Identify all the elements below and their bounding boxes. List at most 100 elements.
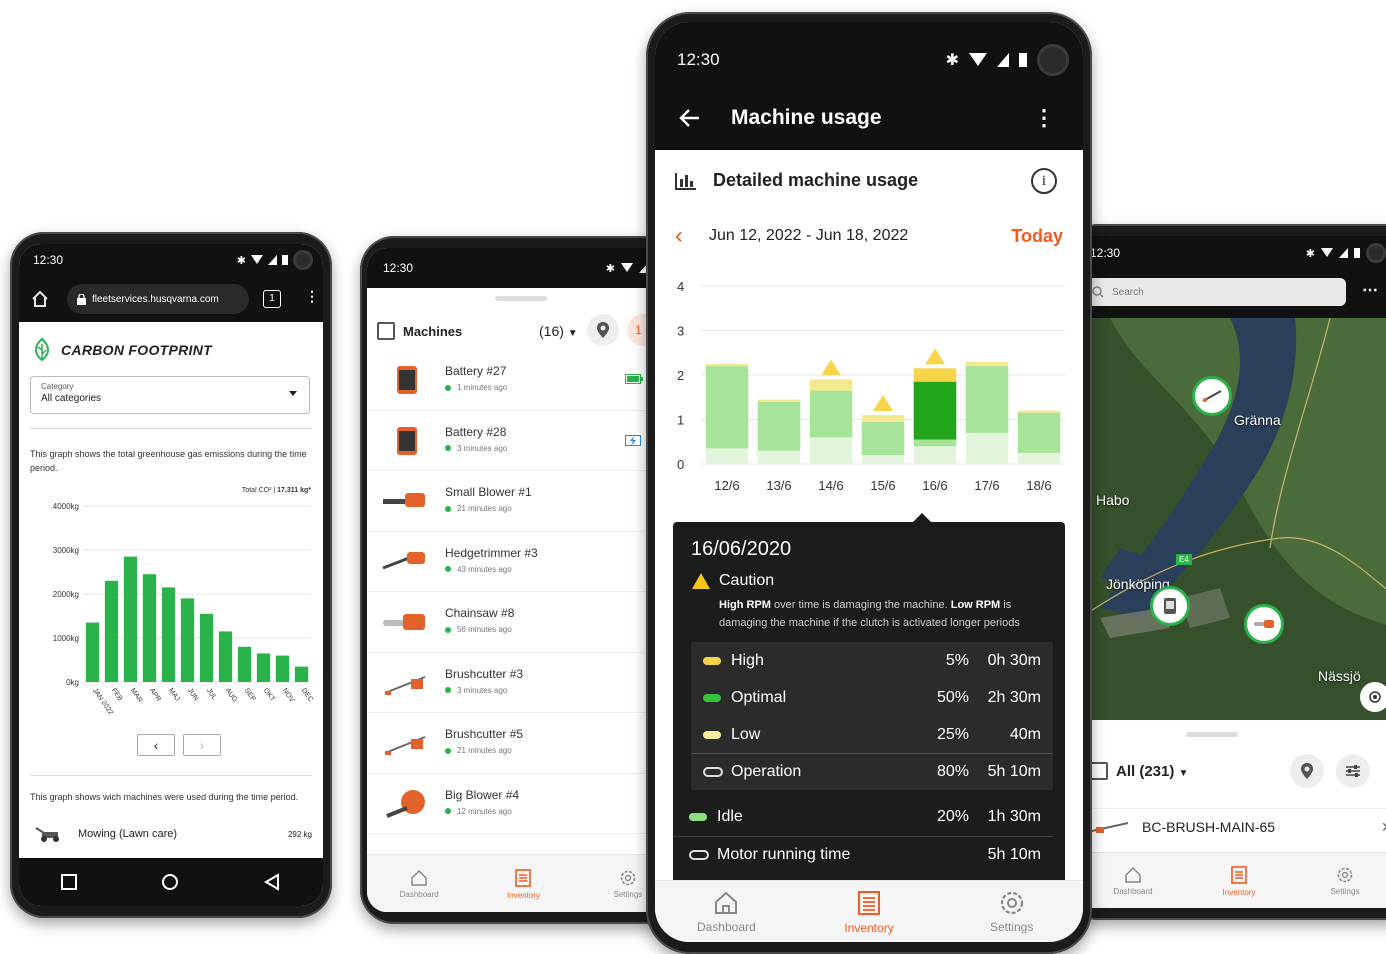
chart-description: This graph shows the total greenhouse ga… xyxy=(30,449,307,473)
lock-icon xyxy=(77,293,86,305)
online-status-dot xyxy=(445,384,451,391)
back-arrow-icon[interactable] xyxy=(679,108,701,128)
tab-count-button[interactable]: 1 xyxy=(263,290,281,308)
nav-settings[interactable]: Settings xyxy=(940,881,1083,942)
online-status-dot xyxy=(445,566,451,572)
list-item[interactable]: BC-BRUSH-MAIN-65 › xyxy=(1090,808,1386,844)
back-icon[interactable] xyxy=(263,873,281,891)
more-menu-icon[interactable]: ⋮ xyxy=(1033,105,1055,131)
y-tick-label: 2000kg xyxy=(53,590,79,599)
warning-triangle-icon xyxy=(692,573,710,589)
machine-time: 43 minutes ago xyxy=(445,565,512,574)
satellite-map xyxy=(1080,318,1386,720)
bluetooth-icon: ✱ xyxy=(236,254,246,267)
backpack-blower-icon xyxy=(386,789,425,818)
usage-row-low: Low 25% 40m xyxy=(691,716,1053,753)
info-icon[interactable]: i xyxy=(1031,168,1057,194)
bar-segment xyxy=(861,421,905,456)
my-location-button[interactable] xyxy=(1360,682,1386,712)
list-item[interactable]: Chainsaw #8 56 minutes ago xyxy=(367,592,680,653)
select-all-checkbox[interactable] xyxy=(377,322,395,340)
more-menu-icon[interactable]: ⋯ xyxy=(1362,280,1378,300)
machine-name: Battery #28 xyxy=(445,424,507,439)
home-circle-icon[interactable] xyxy=(161,873,179,891)
sheet-handle[interactable] xyxy=(1186,732,1238,737)
select-all-checkbox[interactable] xyxy=(1090,762,1108,780)
nav-dashboard[interactable]: Dashboard xyxy=(367,855,471,912)
brushcutter-icon xyxy=(384,675,426,695)
nav-inventory[interactable]: Inventory xyxy=(798,881,941,942)
browser-bar: fleetservices.husqvarna.com 1 ⋮ xyxy=(19,276,323,322)
filter-label: All (231) xyxy=(1116,762,1175,780)
phone-machines: 12:30 ✱ Machines (16) ▼ 1 Battery #27 1 … xyxy=(360,236,680,924)
dashboard-home-icon xyxy=(411,869,427,886)
usage-row-high: High 5% 0h 30m xyxy=(691,642,1053,679)
nav-inventory[interactable]: Inventory xyxy=(471,855,575,912)
y-tick-label: 3000kg xyxy=(53,546,79,555)
screen: 12:30 ✱ Machines (16) ▼ 1 Battery #27 1 … xyxy=(367,248,680,912)
previous-period-button[interactable]: ‹ xyxy=(137,734,175,756)
sheet-handle[interactable] xyxy=(495,296,547,301)
machine-name: Mowing (Lawn care) xyxy=(78,828,178,840)
home-icon[interactable] xyxy=(31,290,49,308)
machine-emission: 292 kg xyxy=(287,829,312,839)
bar-segment xyxy=(913,381,957,440)
bottom-navigation: Dashboard Inventory Settings xyxy=(367,854,680,912)
app-bar: Machine usage ⋮ xyxy=(655,86,1083,150)
desc-bold: Low RPM xyxy=(950,599,1001,611)
map-marker-battery[interactable] xyxy=(1150,586,1190,626)
list-item[interactable]: Battery #27 1 minutes ago xyxy=(367,350,680,411)
previous-week-button[interactable]: ‹ xyxy=(675,222,683,250)
search-input[interactable]: Search xyxy=(1084,278,1346,306)
list-item[interactable]: Big Blower #4 12 minutes ago xyxy=(367,774,680,834)
section-header: Detailed machine usage xyxy=(675,170,918,191)
machine-time: 12 minutes ago xyxy=(445,807,512,816)
machine-usage-row[interactable]: Mowing (Lawn care) 292 kg xyxy=(34,826,312,842)
phone-carbon-footprint: 12:30 ✱ fleetservices.husqvarna.com 1 ⋮ … xyxy=(10,232,332,918)
filter-dropdown[interactable]: All (231) ▼ xyxy=(1116,763,1188,780)
nav-inventory[interactable]: Inventory xyxy=(1186,853,1292,908)
time-text: 3 minutes ago xyxy=(457,443,508,453)
bar-segment xyxy=(809,437,853,464)
list-item[interactable]: Battery #28 3 minutes ago xyxy=(367,411,680,471)
map-marker-trimmer[interactable] xyxy=(1192,376,1232,416)
today-button[interactable]: Today xyxy=(1011,226,1063,247)
list-item[interactable]: Brushcutter #5 21 minutes ago xyxy=(367,713,680,774)
nav-label: Dashboard xyxy=(399,889,439,899)
row-label: Motor running time xyxy=(717,846,851,863)
battery-icon xyxy=(397,366,417,394)
nav-dashboard[interactable]: Dashboard xyxy=(1080,853,1186,908)
inventory-icon xyxy=(1231,865,1247,884)
list-item[interactable]: Small Blower #1 21 minutes ago xyxy=(367,471,680,532)
next-period-button[interactable]: › xyxy=(183,734,221,756)
machine-usage-chart[interactable]: 4 3 2 1 0 12/6 13/6 14/6 15/6 16/6 17/6 18/6 xyxy=(655,268,1083,508)
bar-segment xyxy=(913,368,957,382)
warning-triangle-icon xyxy=(925,348,945,365)
carbon-bar-chart: 4000kg3000kg2000kg1000kg0kgJAN 2022FEB MA… xyxy=(53,502,314,716)
nav-dashboard[interactable]: Dashboard xyxy=(655,881,798,942)
list-item[interactable]: Brushcutter #3 3 minutes ago xyxy=(367,653,680,713)
nav-settings[interactable]: Settings xyxy=(1292,853,1386,908)
url-field[interactable]: fleetservices.husqvarna.com xyxy=(67,284,249,314)
machines-count-dropdown[interactable]: (16) ▼ xyxy=(539,323,578,339)
caution-header: Caution xyxy=(691,572,774,590)
nav-label: Inventory xyxy=(507,890,540,900)
hedgetrimmer-icon xyxy=(382,551,425,569)
filter-settings-button[interactable] xyxy=(1336,754,1370,788)
recents-icon[interactable] xyxy=(61,874,77,890)
map-pin-button[interactable] xyxy=(587,314,619,346)
camera-cutout xyxy=(293,250,313,270)
bar xyxy=(237,646,252,682)
page-title: CARBON FOOTPRINT xyxy=(31,338,212,362)
map-pin-button[interactable] xyxy=(1290,754,1324,788)
more-menu-icon[interactable]: ⋮ xyxy=(305,288,319,305)
map-marker-chainsaw[interactable] xyxy=(1244,604,1284,644)
machine-name: BC-BRUSH-MAIN-65 xyxy=(1142,818,1276,835)
category-dropdown[interactable]: Category All categories xyxy=(30,376,310,414)
nav-label: Settings xyxy=(990,919,1034,934)
map-view[interactable]: Gränna Habo Jönköping Nässjö E4 xyxy=(1080,318,1386,720)
battery-icon xyxy=(1164,598,1176,614)
machine-time: 21 minutes ago xyxy=(445,504,512,513)
list-item[interactable]: Hedgetrimmer #3 43 minutes ago xyxy=(367,532,680,592)
signal-icon xyxy=(997,53,1009,67)
